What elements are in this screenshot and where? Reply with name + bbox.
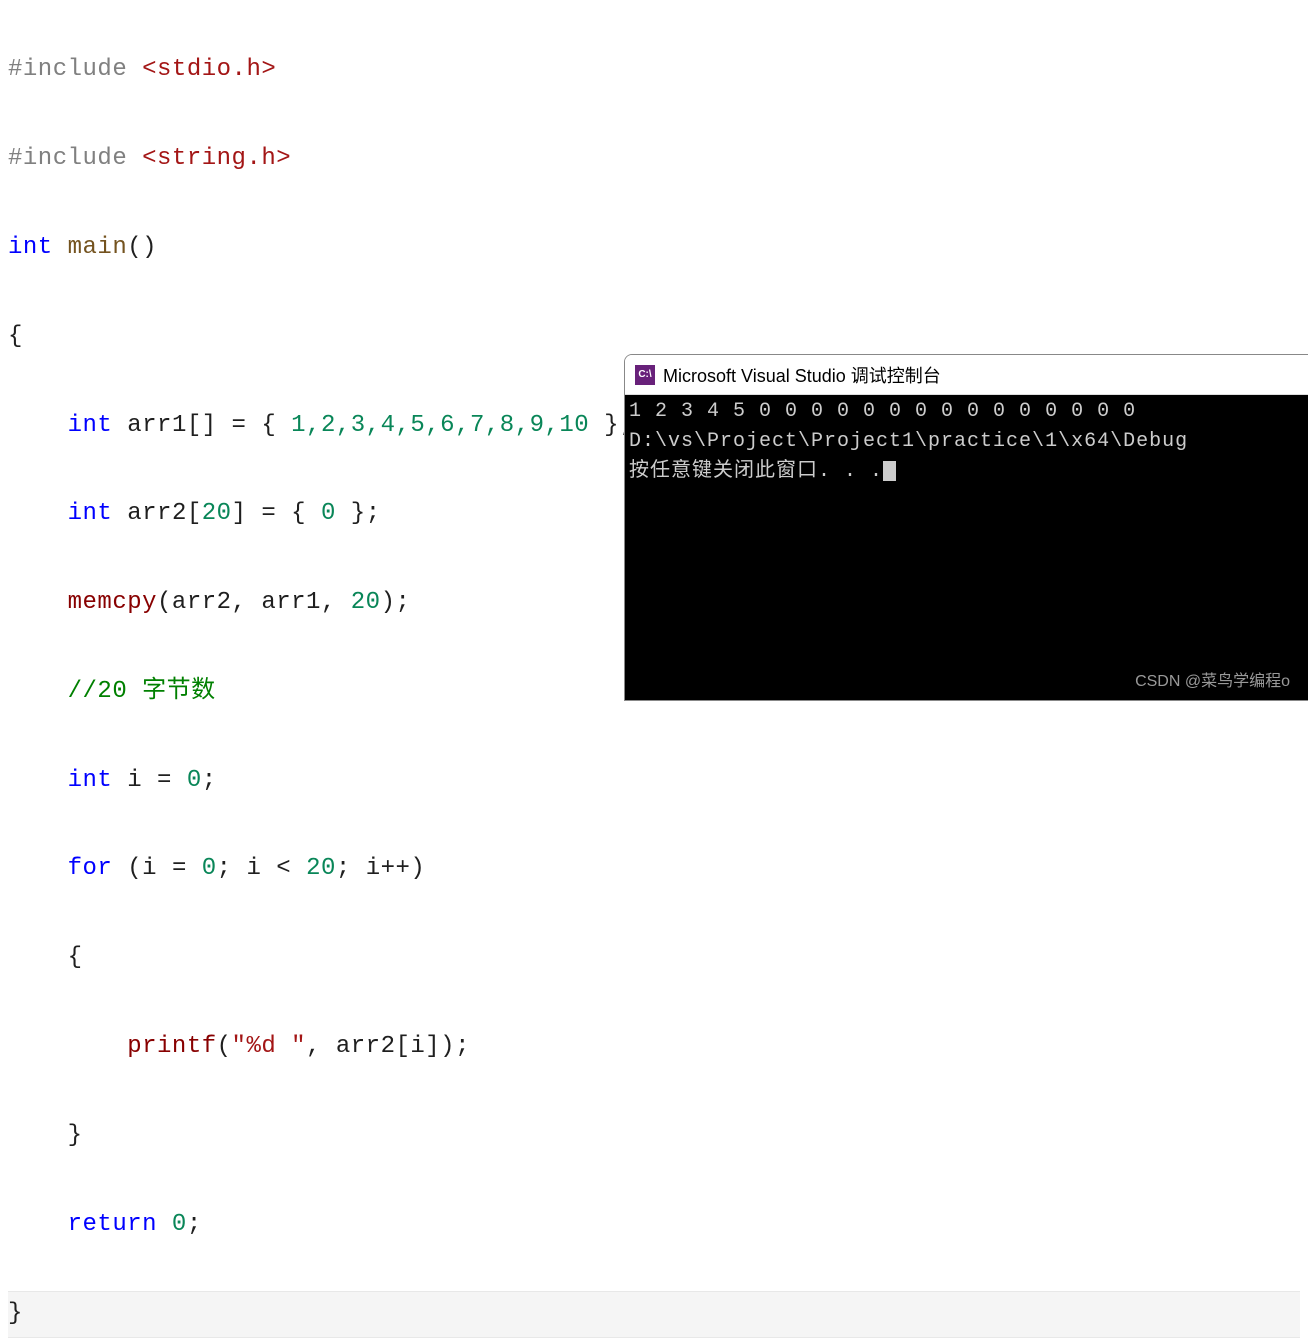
brace-close: } [68, 1122, 83, 1149]
return-keyword: return [68, 1211, 157, 1238]
include-header: <stdio.h> [127, 56, 276, 83]
printf-fn: printf [127, 1033, 216, 1060]
type-keyword: int [68, 412, 113, 439]
for-keyword: for [68, 855, 113, 882]
brace-open: { [68, 944, 83, 971]
type-keyword: int [68, 500, 113, 527]
arr2-decl: arr2[ [112, 500, 201, 527]
preproc-directive: #include [8, 56, 127, 83]
brace-open: { [8, 323, 23, 350]
cursor-icon [883, 461, 896, 481]
watermark: CSDN @菜鸟学编程o [1135, 667, 1290, 691]
debug-console-window[interactable]: C:\ Microsoft Visual Studio 调试控制台 1 2 3 … [624, 354, 1308, 701]
output-line: 1 2 3 4 5 0 0 0 0 0 0 0 0 0 0 0 0 0 0 0 [629, 400, 1136, 423]
brace-close: } [8, 1300, 23, 1327]
main-fn: main [53, 234, 128, 261]
memcpy-fn: memcpy [68, 589, 157, 616]
array-values: 1,2,3,4,5,6,7,8,9,10 [291, 412, 589, 439]
console-titlebar[interactable]: C:\ Microsoft Visual Studio 调试控制台 [625, 355, 1308, 395]
preproc-directive: #include [8, 145, 127, 172]
vs-icon: C:\ [635, 365, 655, 385]
type-keyword: int [68, 767, 113, 794]
parens: () [127, 234, 157, 261]
type-keyword: int [8, 234, 53, 261]
output-line: 按任意键关闭此窗口. . . [629, 460, 883, 483]
include-header: <string.h> [127, 145, 291, 172]
arr1-decl: arr1[] = { [112, 412, 291, 439]
console-title: Microsoft Visual Studio 调试控制台 [663, 362, 941, 388]
console-output[interactable]: 1 2 3 4 5 0 0 0 0 0 0 0 0 0 0 0 0 0 0 0 … [625, 395, 1308, 700]
output-line: D:\vs\Project\Project1\practice\1\x64\De… [629, 430, 1188, 453]
format-string: "%d " [232, 1033, 307, 1060]
